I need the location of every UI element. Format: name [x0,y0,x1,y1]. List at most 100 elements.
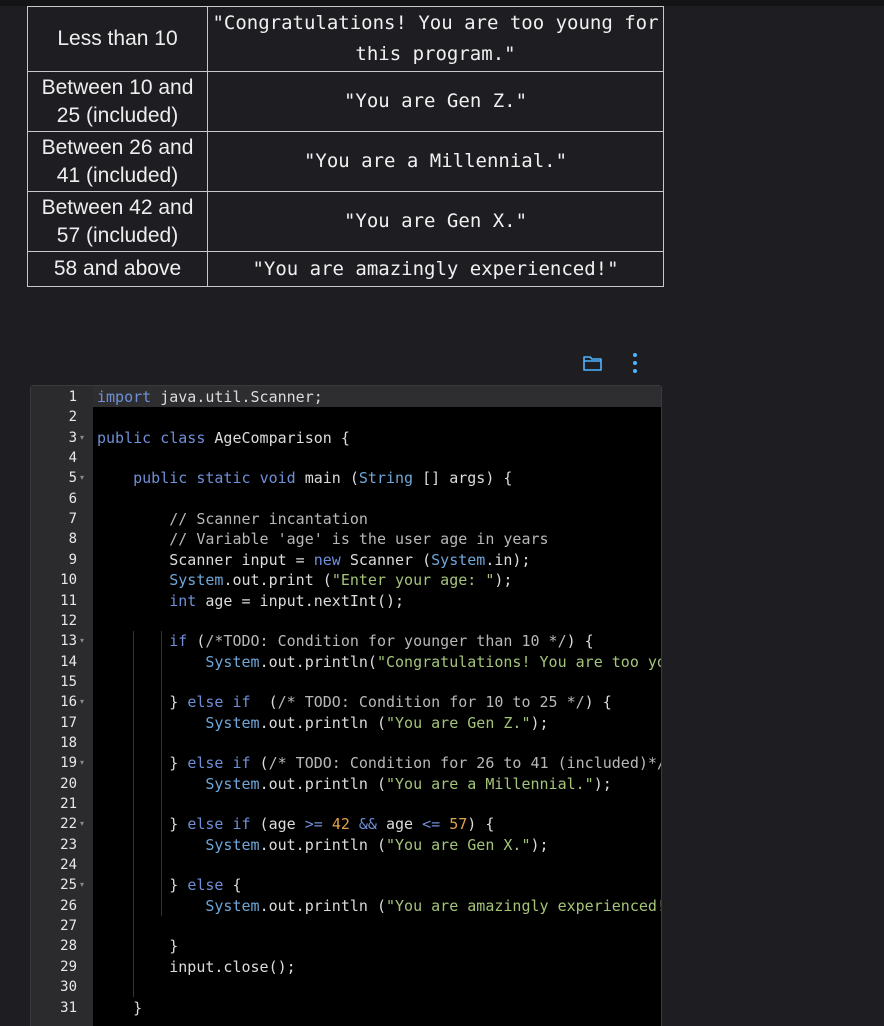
line-number: 13 [60,633,77,650]
code-line: public static void main (String [] args)… [97,468,512,488]
code-token: "You are a Millennial." [386,774,594,793]
fold-arrow-icon[interactable]: ▾ [80,631,90,651]
fold-arrow-icon[interactable]: ▾ [80,428,90,448]
code-line: } else if (age >= 42 && age <= 57) { [97,814,494,834]
line-number: 27 [60,918,77,935]
code-token: Scanner ( [340,550,432,569]
code-token: .out.println ( [259,713,386,732]
code-token: ); [494,571,513,590]
code-editor[interactable]: 1 2 3 4 5 6 7 8 9 10 11 12 13 14 15 16 17 18 19 20 21 22 23 24 2… [30,385,662,1026]
folder-button[interactable] [582,353,604,373]
code-token: System [169,571,224,590]
fold-arrow-icon[interactable]: ▾ [80,875,90,895]
message-cell: "Congratulations! You are too young for … [207,6,664,72]
code-token: else if [187,693,251,712]
code-token: System [431,550,486,569]
code-token: } [97,815,188,834]
line-number: 29 [60,958,77,975]
code-token: Scanner input = [97,550,314,569]
line-number: 23 [60,836,77,853]
code-token: ) { [566,632,594,651]
code-line: import java.util.Scanner; [97,387,323,407]
code-token: age = input.nextInt(); [196,591,405,610]
more-options-button[interactable] [626,351,644,375]
code-token: ( [187,632,206,651]
code-token: ( [250,754,269,773]
code-token: System [205,652,260,671]
code-token: .out.print ( [223,571,332,590]
code-token: ); [530,713,549,732]
line-number: 15 [60,673,77,690]
line-number: 7 [68,511,77,528]
fold-arrow-icon[interactable]: ▾ [80,468,90,488]
line-number: 3 [68,429,77,446]
code-token: import [97,388,152,406]
table-row: 58 and above "You are amazingly experienc… [27,251,664,287]
code-token: } [97,693,188,712]
code-token: } [97,876,188,895]
message-cell: "You are a Millennial." [207,131,664,192]
code-token: input.close(); [97,957,296,976]
code-token: ) { [584,693,612,712]
line-number: 2 [68,409,77,426]
fold-arrow-icon[interactable]: ▾ [80,692,90,712]
message-cell: "You are amazingly experienced!" [207,251,664,287]
line-number: 19 [60,755,77,772]
code-token: String [358,469,414,488]
line-number: 31 [60,999,77,1016]
code-token: /* TODO: Condition for 10 to 25 */ [277,693,585,712]
code-token: System [205,774,260,793]
line-number: 26 [60,897,77,914]
code-token: public [133,469,188,488]
code-token: "You are amazingly experienced!" [386,896,662,915]
code-token: 57 [449,815,468,834]
code-token: void [259,469,296,488]
age-range-cell: Between 42 and 57 (included) [27,191,208,252]
code-token: >= [304,815,323,834]
code-token: int [169,591,197,610]
age-range-cell: Between 10 and 25 (included) [27,71,208,132]
code-line: System.out.println("Congratulations! You… [97,652,661,672]
table-row: Between 26 and 41 (included) "You are a M… [27,131,664,192]
code-token: java.util.Scanner; [151,388,323,406]
code-line: public class AgeComparison { [97,428,350,448]
code-token: ); [530,835,549,854]
code-token: System [205,896,260,915]
table-row: Between 42 and 57 (included) "You are Gen… [27,191,664,252]
line-number: 8 [68,531,77,548]
message-cell: "You are Gen Z." [207,71,664,132]
code-line: if (/*TODO: Condition for younger than 1… [97,631,594,651]
fold-arrow-icon[interactable]: ▾ [80,814,90,834]
line-number: 11 [60,592,77,609]
line-number: 16 [60,694,77,711]
code-line: } [97,998,142,1018]
code-line: Scanner input = new Scanner (System.in); [97,550,530,570]
code-token: .out.println ( [259,774,386,793]
code-line: System.out.println ("You are Gen Z."); [97,713,549,733]
code-line: } else if (/* TODO: Condition for 26 to … [97,753,661,773]
code-token: 42 [331,815,350,834]
code-token: System [205,835,260,854]
code-token: .out.println ( [259,835,386,854]
code-token: // Scanner incantation [97,510,368,529]
code-line: System.out.print ("Enter your age: "); [97,570,512,590]
age-range-cell: Less than 10 [27,6,208,72]
fold-arrow-icon[interactable]: ▾ [80,753,90,773]
line-number: 6 [68,490,77,507]
age-range-table: Less than 10 "Congratulations! You are to… [27,6,664,287]
code-line: int age = input.nextInt(); [97,591,404,611]
line-number: 25 [60,877,77,894]
folder-icon [583,356,602,371]
more-vertical-icon [633,353,637,373]
line-number-gutter: 1 2 3 4 5 6 7 8 9 10 11 12 13 14 15 16 17 18 19 20 21 22 23 24 2… [31,386,93,1026]
code-token: <= [422,815,441,834]
code-token: } [97,998,143,1017]
